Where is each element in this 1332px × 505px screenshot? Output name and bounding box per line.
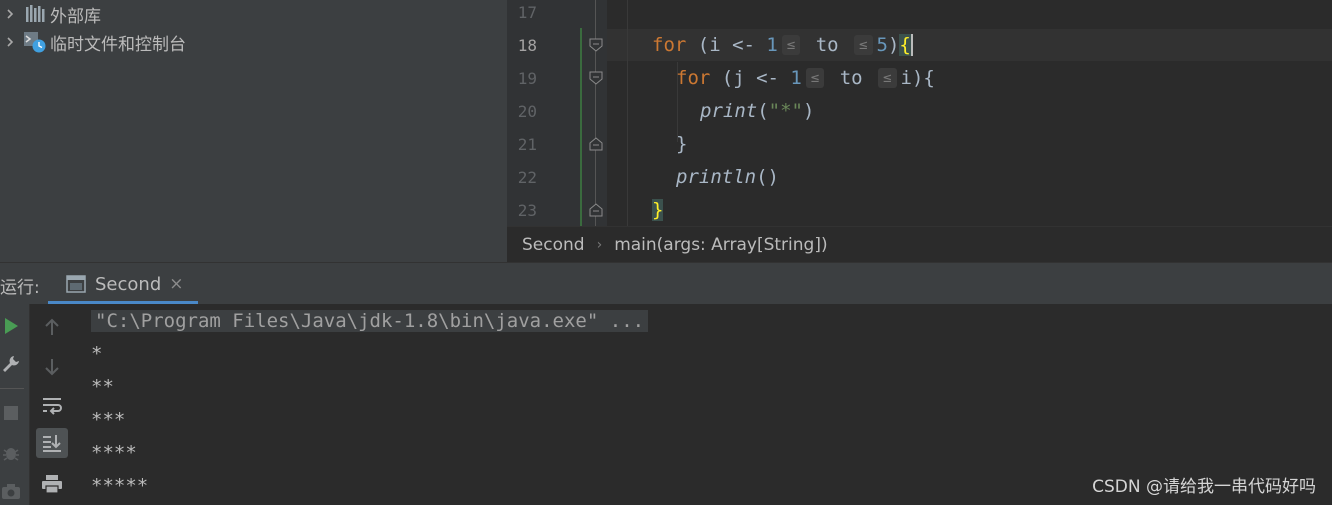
code-line-19[interactable]: for (j <- 1 ≤ to ≤ i){ (676, 62, 935, 94)
console-command-text[interactable]: "C:\Program Files\Java\jdk-1.8\bin\java.… (91, 310, 649, 332)
code-text: ( (757, 100, 769, 122)
run-toolbar-secondary (30, 304, 75, 505)
vcs-change-marker (580, 28, 582, 226)
soft-wrap-icon (43, 398, 62, 415)
camera-icon (2, 484, 20, 499)
inlay-hint: ≤ (854, 35, 873, 55)
fold-close-icon[interactable] (589, 137, 603, 151)
line-number: 17 (517, 3, 537, 22)
breadcrumb-item-class[interactable]: Second (522, 235, 585, 255)
code-text: () (756, 166, 779, 188)
inlay-hint: ≤ (805, 68, 825, 88)
run-window-label: 运行: (0, 278, 40, 298)
chevron-right-icon[interactable] (0, 8, 20, 20)
down-stack-button[interactable] (38, 354, 66, 380)
line-number: 22 (517, 168, 537, 187)
watermark: CSDN @请给我一串代码好吗 (1092, 477, 1316, 497)
code-text: (i <- (686, 34, 767, 56)
tree-item-label: 外部库 (50, 6, 101, 27)
console-line: **** (91, 442, 137, 464)
inlay-hint: ≤ (878, 68, 897, 88)
edit-config-button[interactable] (0, 350, 22, 378)
code-line-18[interactable]: for (i <- 1 ≤ to ≤5){ (652, 29, 913, 61)
code-line-20[interactable]: print("*") (700, 95, 814, 127)
print-button[interactable] (38, 470, 66, 498)
code-text: to (804, 34, 851, 56)
function-call: println (676, 166, 757, 188)
bug-icon (3, 448, 19, 461)
code-editor[interactable]: 17 18 19 20 21 22 23 for (i <- 1 ≤ to ≤5)… (507, 0, 1332, 226)
line-number: 20 (517, 102, 537, 121)
fold-close-icon[interactable] (589, 203, 603, 217)
function-call: print (700, 100, 758, 122)
code-line-23[interactable]: } (652, 194, 664, 226)
text-caret (910, 34, 913, 56)
library-icon (20, 3, 50, 25)
run-tab-label: Second (95, 273, 162, 295)
fold-guide-line (595, 0, 596, 226)
scroll-to-end-button[interactable] (36, 428, 68, 458)
arrow-up-icon (45, 318, 59, 335)
chevron-right-icon[interactable] (0, 36, 20, 48)
fold-open-icon[interactable] (589, 38, 603, 52)
string-literal: "*" (768, 100, 803, 122)
wrench-icon (3, 356, 19, 372)
console-line: ** (91, 376, 114, 398)
play-icon (5, 318, 18, 334)
breadcrumb: Second › main(args: Array[String]) (507, 226, 1332, 262)
run-tool-window-header: 运行: Second × (0, 262, 1332, 305)
code-text: i){ (900, 67, 935, 89)
breadcrumb-item-method[interactable]: main(args: Array[String]) (614, 235, 827, 255)
code-text: (j <- (710, 67, 791, 89)
project-tree: 外部库 临时文件和控制台 (0, 0, 507, 262)
code-text: } (676, 133, 688, 155)
debug-button[interactable] (0, 440, 22, 466)
code-text: to (828, 67, 875, 89)
tree-item-label: 临时文件和控制台 (50, 34, 186, 55)
printer-icon (42, 475, 62, 494)
code-line-22[interactable]: println() (676, 161, 779, 193)
stop-icon (4, 406, 18, 420)
line-number: 23 (517, 201, 537, 220)
tree-item-external-libraries[interactable]: 外部库 (0, 0, 101, 28)
code-text: ) (802, 100, 815, 122)
number-literal: 5 (876, 34, 888, 56)
run-toolbar-primary (0, 304, 30, 505)
soft-wrap-button[interactable] (38, 392, 66, 420)
keyword: for (652, 34, 687, 56)
code-text: ) (887, 34, 900, 56)
keyword: for (676, 67, 711, 89)
console-line: *** (91, 409, 126, 431)
rerun-button[interactable] (0, 312, 22, 340)
scroll-to-end-icon (43, 435, 61, 452)
matched-brace: } (652, 199, 664, 221)
line-number: 19 (517, 69, 537, 88)
chevron-right-icon: › (596, 236, 603, 253)
console-line: ***** (91, 475, 149, 497)
fold-open-icon[interactable] (589, 71, 603, 85)
line-number: 21 (517, 135, 537, 154)
indent-guide (627, 0, 628, 226)
screenshot-button[interactable] (0, 478, 22, 504)
number-literal: 1 (766, 34, 778, 56)
stop-button[interactable] (0, 400, 22, 426)
inlay-hint: ≤ (781, 35, 801, 55)
console-icon (66, 275, 86, 293)
tree-item-scratches[interactable]: 临时文件和控制台 (0, 28, 186, 56)
toolbar-divider (0, 388, 24, 389)
line-number: 18 (517, 36, 537, 55)
code-line-21[interactable]: } (676, 128, 687, 160)
scratches-icon (20, 31, 50, 53)
console-line: * (91, 343, 103, 365)
arrow-down-icon (45, 359, 59, 376)
run-tab-second[interactable]: Second × (48, 263, 198, 305)
close-icon[interactable]: × (169, 274, 183, 294)
matched-brace: { (899, 34, 911, 56)
number-literal: 1 (790, 67, 802, 89)
console-command-line: "C:\Program Files\Java\jdk-1.8\bin\java.… (91, 306, 649, 336)
up-stack-button[interactable] (38, 314, 66, 340)
